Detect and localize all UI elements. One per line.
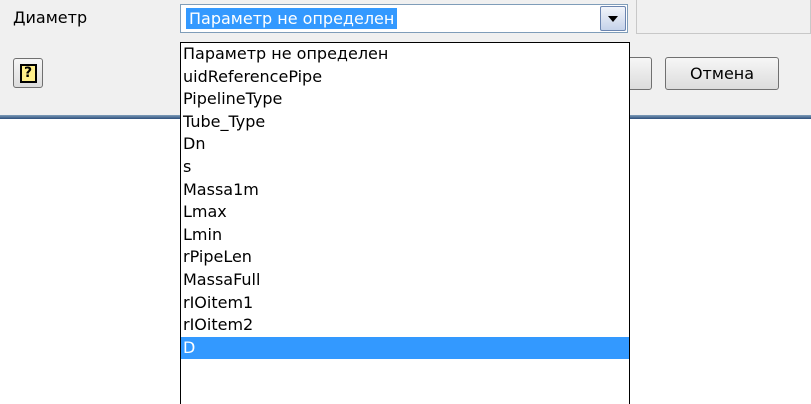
dropdown-option[interactable]: uidReferencePipe xyxy=(181,66,629,89)
dropdown-option[interactable]: Dn xyxy=(181,133,629,156)
dropdown-option[interactable]: PipelineType xyxy=(181,88,629,111)
combobox-selected-value: Параметр не определен xyxy=(186,8,398,29)
diameter-label: Диаметр xyxy=(13,8,88,27)
dropdown-list[interactable]: Параметр не определен uidReferencePipe Pip… xyxy=(180,42,630,404)
dropdown-option[interactable]: s xyxy=(181,156,629,179)
dropdown-option[interactable]: Lmin xyxy=(181,224,629,247)
cancel-button[interactable]: Отмена xyxy=(665,57,779,90)
dropdown-option[interactable]: rIOitem1 xyxy=(181,292,629,315)
dropdown-option[interactable]: rIOitem2 xyxy=(181,314,629,337)
chevron-down-icon[interactable] xyxy=(600,6,626,31)
dropdown-option[interactable]: Massa1m xyxy=(181,179,629,202)
side-panel xyxy=(636,0,811,34)
dropdown-option[interactable]: Tube_Type xyxy=(181,111,629,134)
help-icon: ? xyxy=(19,63,37,83)
dropdown-option[interactable]: MassaFull xyxy=(181,269,629,292)
dropdown-option[interactable]: D xyxy=(181,336,629,360)
help-button[interactable]: ? xyxy=(13,58,43,88)
dropdown-option[interactable]: Lmax xyxy=(181,201,629,224)
diameter-combobox[interactable]: Параметр не определен xyxy=(180,4,628,33)
dropdown-option[interactable]: rPipeLen xyxy=(181,246,629,269)
dropdown-option[interactable]: Параметр не определен xyxy=(181,43,629,66)
